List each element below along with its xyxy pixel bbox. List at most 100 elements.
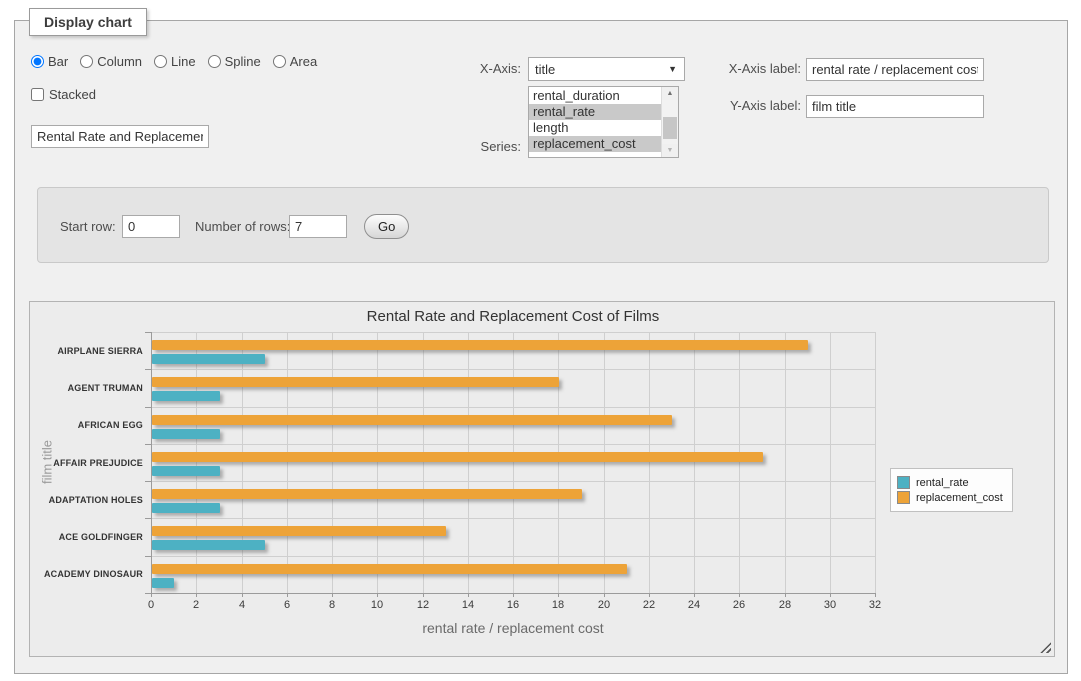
x-tick-label: 0 <box>136 599 166 611</box>
rows-panel: Start row: Number of rows: Go <box>37 187 1049 263</box>
series-label: Series: <box>421 139 521 154</box>
bar-replacement_cost-agent-truman[interactable] <box>152 377 559 387</box>
gridline-vertical <box>196 332 197 593</box>
gridline-vertical <box>332 332 333 593</box>
x-axis-tick <box>785 593 786 597</box>
category-label: ACADEMY DINOSAUR <box>29 569 143 579</box>
scrollbar-thumb[interactable] <box>663 117 677 139</box>
bar-rental_rate-academy-dinosaur[interactable] <box>152 578 174 588</box>
chart-type-option-column[interactable]: Column <box>80 54 142 69</box>
start-row-input[interactable] <box>122 215 180 238</box>
x-axis-tick <box>513 593 514 597</box>
legend-item-replacement_cost[interactable]: replacement_cost <box>897 491 1003 504</box>
chart-x-axis-title: rental rate / replacement cost <box>151 620 875 636</box>
x-axis-select-value: title <box>529 62 555 77</box>
x-axis-tick <box>287 593 288 597</box>
y-axis-label-input[interactable] <box>806 95 984 118</box>
series-option-length[interactable]: length <box>529 120 662 136</box>
x-axis-tick <box>196 593 197 597</box>
category-label: AGENT TRUMAN <box>29 383 143 393</box>
x-axis-select-label: X-Axis: <box>421 61 521 76</box>
bar-rental_rate-adaptation-holes[interactable] <box>152 503 220 513</box>
gridline-vertical <box>694 332 695 593</box>
x-tick-label: 22 <box>634 599 664 611</box>
bar-replacement_cost-african-egg[interactable] <box>152 415 672 425</box>
chart-type-radio-label: Column <box>97 54 142 69</box>
bar-rental_rate-african-egg[interactable] <box>152 429 220 439</box>
bar-replacement_cost-adaptation-holes[interactable] <box>152 489 582 499</box>
chart-type-radio-bar[interactable] <box>31 55 44 68</box>
bar-rental_rate-airplane-sierra[interactable] <box>152 354 265 364</box>
x-tick-label: 4 <box>227 599 257 611</box>
x-axis-tick <box>649 593 650 597</box>
x-tick-label: 6 <box>272 599 302 611</box>
y-axis-line <box>151 332 152 593</box>
x-axis-tick <box>423 593 424 597</box>
series-options: rental_durationrental_ratelengthreplacem… <box>529 88 662 152</box>
num-rows-input[interactable] <box>289 215 347 238</box>
series-option-replacement_cost[interactable]: replacement_cost <box>529 136 662 152</box>
x-tick-label: 18 <box>543 599 573 611</box>
gridline-vertical <box>287 332 288 593</box>
x-axis-label-input[interactable] <box>806 58 984 81</box>
chart-type-radio-area[interactable] <box>273 55 286 68</box>
fieldset-legend: Display chart <box>29 8 147 36</box>
bar-replacement_cost-airplane-sierra[interactable] <box>152 340 808 350</box>
x-tick-label: 2 <box>181 599 211 611</box>
gridline-vertical <box>604 332 605 593</box>
category-label: ADAPTATION HOLES <box>29 495 143 505</box>
gridline-vertical <box>558 332 559 593</box>
gridline-vertical <box>468 332 469 593</box>
chart-type-option-bar[interactable]: Bar <box>31 54 68 69</box>
series-listbox[interactable]: rental_durationrental_ratelengthreplacem… <box>528 86 679 158</box>
gridline-vertical <box>649 332 650 593</box>
page: Display chart Bar Column Line Spline Area St… <box>0 0 1081 681</box>
chart-container: Rental Rate and Replacement Cost of Film… <box>29 301 1055 657</box>
stacked-row: Stacked <box>31 87 96 102</box>
legend-item-rental_rate[interactable]: rental_rate <box>897 476 1003 489</box>
chart-legend: rental_rate replacement_cost <box>890 468 1013 512</box>
scroll-down-icon[interactable]: ▼ <box>662 144 678 157</box>
bar-rental_rate-affair-prejudice[interactable] <box>152 466 220 476</box>
bar-replacement_cost-academy-dinosaur[interactable] <box>152 564 627 574</box>
chart-title-input[interactable] <box>31 125 209 148</box>
chart-type-radio-spline[interactable] <box>208 55 221 68</box>
series-option-rental_duration[interactable]: rental_duration <box>529 88 662 104</box>
chart-y-axis-title: film title <box>40 440 55 484</box>
stacked-checkbox[interactable] <box>31 88 44 101</box>
chart-type-radio-line[interactable] <box>154 55 167 68</box>
x-axis-tick <box>875 593 876 597</box>
chart-type-option-spline[interactable]: Spline <box>208 54 261 69</box>
chart-type-option-area[interactable]: Area <box>273 54 317 69</box>
y-axis-label-label: Y-Axis label: <box>671 98 801 113</box>
num-rows-label: Number of rows: <box>195 219 290 234</box>
chart-type-radio-column[interactable] <box>80 55 93 68</box>
bar-replacement_cost-affair-prejudice[interactable] <box>152 452 763 462</box>
chart-type-radio-label: Area <box>290 54 317 69</box>
stacked-label: Stacked <box>49 87 96 102</box>
chart-type-radios: Bar Column Line Spline Area <box>31 54 325 69</box>
gridline-vertical <box>875 332 876 593</box>
chart-plot-area: 02468101214161820222426283032AIRPLANE SI… <box>151 332 875 593</box>
gridline-vertical <box>242 332 243 593</box>
x-axis-tick <box>242 593 243 597</box>
resize-handle-icon[interactable] <box>1040 642 1051 653</box>
bar-rental_rate-ace-goldfinger[interactable] <box>152 540 265 550</box>
x-axis-tick <box>830 593 831 597</box>
x-axis-tick <box>332 593 333 597</box>
category-label: ACE GOLDFINGER <box>29 532 143 542</box>
series-option-rental_rate[interactable]: rental_rate <box>529 104 662 120</box>
x-tick-label: 14 <box>453 599 483 611</box>
gridline-vertical <box>423 332 424 593</box>
x-axis-select[interactable]: title ▼ <box>528 57 685 81</box>
x-tick-label: 12 <box>408 599 438 611</box>
legend-swatch-replacement_cost <box>897 491 910 504</box>
legend-swatch-rental_rate <box>897 476 910 489</box>
x-axis-tick <box>558 593 559 597</box>
gridline-vertical <box>513 332 514 593</box>
chart-type-option-line[interactable]: Line <box>154 54 196 69</box>
bar-rental_rate-agent-truman[interactable] <box>152 391 220 401</box>
go-button[interactable]: Go <box>364 214 409 239</box>
bar-replacement_cost-ace-goldfinger[interactable] <box>152 526 446 536</box>
x-tick-label: 32 <box>860 599 890 611</box>
